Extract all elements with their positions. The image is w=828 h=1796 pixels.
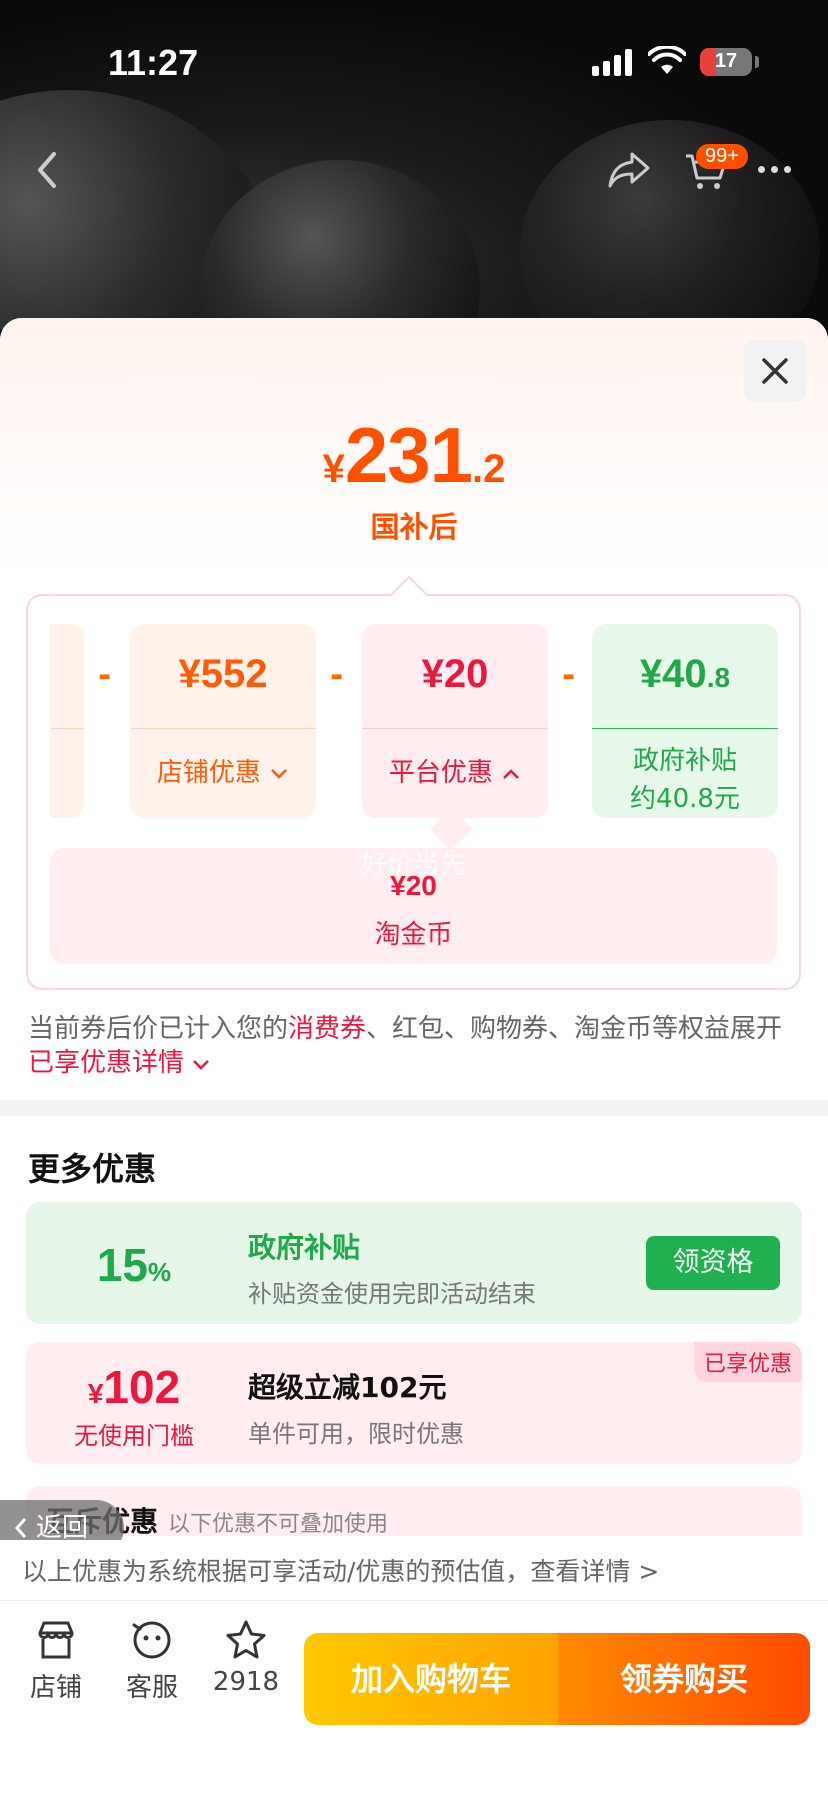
- section-divider: [0, 1100, 828, 1116]
- price-currency: ¥: [322, 447, 345, 491]
- add-to-cart-button[interactable]: 加入购物车: [304, 1633, 558, 1725]
- store-discount-label: 店铺优惠: [130, 752, 316, 789]
- store-icon: [38, 1621, 74, 1659]
- battery-level: 17: [714, 50, 738, 72]
- platform-discount-amount: ¥20: [421, 652, 489, 696]
- price-decimal: .2: [472, 447, 506, 491]
- battery-tip: [755, 56, 759, 68]
- gov-subsidy-label: 政府补贴 约40.8元: [630, 746, 740, 814]
- more-offers-title: 更多优惠: [28, 1150, 157, 1188]
- offer-desc: 补贴资金使用完即活动结束: [248, 1280, 536, 1308]
- offer-desc: 单件可用，限时优惠: [248, 1420, 464, 1448]
- buy-with-coupon-button[interactable]: 领券购买: [558, 1633, 810, 1725]
- mutex-desc: 以下优惠不可叠加使用: [168, 1512, 389, 1536]
- minus-sign: -: [330, 656, 344, 694]
- price-note: 当前券后价已计入您的消费券、红包、购物券、淘金币等权益展开已享优惠详情: [28, 1014, 783, 1078]
- consumer-coupon-link[interactable]: 消费券: [288, 1014, 366, 1044]
- offer-title: 政府补贴: [248, 1231, 361, 1264]
- enjoyed-badge: 已享优惠: [693, 1342, 802, 1382]
- offer-super-discount: ¥102 无使用门槛 超级立减102元 单件可用，限时优惠 已享优惠: [26, 1342, 802, 1464]
- minus-sign: -: [562, 656, 576, 694]
- status-time: 11:27: [108, 42, 199, 83]
- back-arrow-icon[interactable]: [32, 150, 62, 190]
- price-caption: 国补后: [370, 510, 458, 544]
- store-discount-amount: ¥552: [178, 652, 268, 696]
- tab-customer-service-label: 客服: [125, 1673, 178, 1703]
- tab-customer-service[interactable]: 客服: [112, 1619, 192, 1704]
- product-image-header: 11:27 17 99+: [0, 0, 828, 330]
- chevron-down-icon: [271, 769, 288, 779]
- tab-store[interactable]: 店铺: [16, 1619, 96, 1704]
- price-integer: 231: [344, 411, 473, 499]
- battery-icon: 17: [700, 48, 752, 76]
- top-nav: 99+: [0, 140, 828, 200]
- discount-sheet: ¥231.2 国补后 - ¥552 店铺优惠 - ¥20 平台优惠 - ¥40.…: [0, 318, 828, 1796]
- chevron-down-icon: [193, 1060, 210, 1070]
- favorite-count: 2918: [212, 1667, 280, 1697]
- gov-subsidy-amount: ¥40.8: [639, 652, 731, 696]
- star-icon: [226, 1620, 266, 1659]
- taojinbi-detail: 好价当先 ¥20 淘金币: [50, 848, 777, 964]
- coin-label: 淘金币: [374, 920, 453, 950]
- close-icon: [762, 358, 788, 384]
- claim-eligibility-button[interactable]: 领资格: [646, 1236, 780, 1290]
- customer-service-icon: [132, 1621, 171, 1659]
- store-discount-card[interactable]: ¥552 店铺优惠: [130, 624, 316, 818]
- coin-amount: ¥20: [390, 870, 437, 901]
- mutex-offers-section: 互斥优惠 以下优惠不可叠加使用: [26, 1486, 802, 1536]
- cart-badge: 99+: [696, 144, 748, 169]
- enjoyed-details-link[interactable]: 已享优惠详情: [28, 1048, 210, 1078]
- share-icon[interactable]: [606, 150, 652, 190]
- platform-discount-card[interactable]: ¥20 平台优惠: [362, 624, 548, 818]
- gov-subsidy-card: ¥40.8 政府补贴 约40.8元: [592, 624, 778, 818]
- offer-threshold: 无使用门槛: [74, 1422, 194, 1450]
- breakdown-card-partial: [50, 624, 84, 818]
- final-price: ¥231.2: [0, 410, 828, 501]
- offer-title: 超级立减102元: [248, 1371, 447, 1404]
- signal-icon: [592, 48, 632, 76]
- estimate-footnote[interactable]: 以上优惠为系统根据可享活动/优惠的预估值，查看详情 >: [0, 1540, 828, 1600]
- platform-discount-label: 平台优惠: [362, 752, 548, 789]
- more-icon[interactable]: [758, 166, 791, 173]
- offer-gov-subsidy: 15% 政府补贴 补贴资金使用完即活动结束 领资格: [26, 1202, 802, 1324]
- tab-favorite[interactable]: 2918: [206, 1619, 286, 1697]
- tab-store-label: 店铺: [29, 1673, 82, 1703]
- status-bar: 11:27 17: [0, 38, 828, 88]
- close-button[interactable]: [744, 340, 806, 402]
- offer-value: 15%: [96, 1239, 172, 1291]
- chevron-up-icon: [503, 769, 520, 779]
- minus-sign: -: [98, 656, 112, 694]
- chevron-left-icon: [14, 1518, 27, 1538]
- bottom-action-bar: 店铺 客服 2918 加入购物车 领券购买: [0, 1600, 828, 1796]
- wifi-icon: [648, 46, 686, 74]
- offer-value: ¥102: [87, 1361, 181, 1413]
